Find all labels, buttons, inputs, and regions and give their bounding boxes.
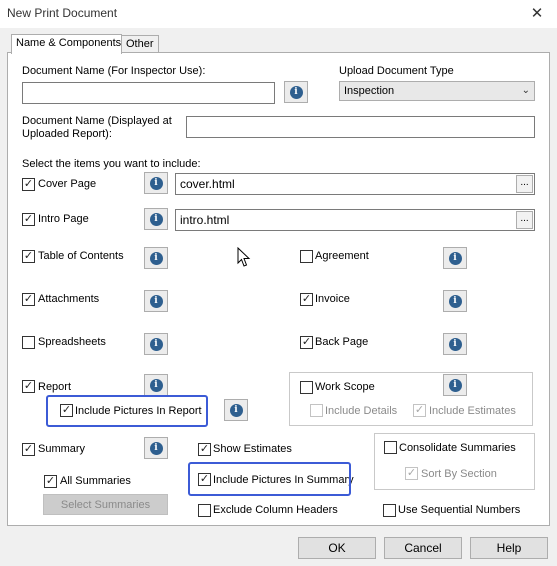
info-icon: i (149, 212, 163, 226)
back-page-info-button[interactable]: i (443, 333, 467, 355)
back-page-checkbox[interactable]: ✓ (300, 336, 313, 349)
close-icon[interactable]: ✕ (524, 4, 550, 24)
work-scope-info-button[interactable]: i (443, 374, 467, 396)
work-scope-label: Work Scope (315, 381, 375, 393)
report-label: Report (38, 381, 72, 393)
agreement-checkbox[interactable] (300, 250, 313, 263)
pictures-report-info-button[interactable]: i (224, 399, 248, 421)
sort-by-section-checkbox[interactable]: ✓ (405, 467, 418, 480)
include-estimates-label: Include Estimates (429, 405, 516, 417)
use-sequential-numbers-checkbox[interactable] (383, 504, 396, 517)
info-icon: i (149, 441, 163, 455)
info-icon: i (448, 378, 462, 392)
info-icon: i (448, 251, 462, 265)
agreement-info-button[interactable]: i (443, 247, 467, 269)
show-estimates-label: Show Estimates (213, 443, 292, 455)
summary-label: Summary (38, 443, 86, 455)
upload-type-label: Upload Document Type (339, 65, 454, 77)
consolidate-summaries-label: Consolidate Summaries (399, 442, 516, 454)
use-sequential-numbers-label: Use Sequential Numbers (398, 504, 521, 516)
info-icon: i (149, 251, 163, 265)
help-button[interactable]: Help (470, 537, 548, 559)
include-details-checkbox[interactable] (310, 404, 323, 417)
doc-name-info-button[interactable]: i (284, 81, 308, 103)
doc-name-report-label: Document Name (Displayed at (22, 115, 172, 127)
info-icon: i (149, 176, 163, 190)
spreadsheets-checkbox[interactable] (22, 336, 35, 349)
cover-page-file-input[interactable]: cover.html (175, 173, 535, 195)
info-icon: i (448, 294, 462, 308)
cover-page-browse-button[interactable]: ... (516, 175, 533, 193)
sort-by-section-label: Sort By Section (421, 468, 497, 480)
chevron-down-icon: ⌄ (521, 85, 530, 96)
intro-page-info-button[interactable]: i (144, 208, 168, 230)
cover-page-label: Cover Page (38, 178, 97, 190)
mouse-cursor-icon (237, 247, 251, 267)
doc-name-inspector-input[interactable] (22, 82, 275, 104)
upload-type-select[interactable]: Inspection ⌄ (339, 81, 535, 101)
invoice-info-button[interactable]: i (443, 290, 467, 312)
info-icon: i (149, 337, 163, 351)
table-of-contents-info-button[interactable]: i (144, 247, 168, 269)
doc-name-report-input[interactable] (186, 116, 535, 138)
highlight-pictures-in-report (46, 395, 208, 427)
report-info-button[interactable]: i (144, 374, 168, 396)
table-of-contents-checkbox[interactable]: ✓ (22, 250, 35, 263)
agreement-label: Agreement (315, 250, 369, 262)
info-icon: i (149, 294, 163, 308)
show-estimates-checkbox[interactable]: ✓ (198, 443, 211, 456)
intro-page-checkbox[interactable]: ✓ (22, 213, 35, 226)
info-icon: i (229, 403, 243, 417)
ok-button[interactable]: OK (298, 537, 376, 559)
consolidate-summaries-checkbox[interactable] (384, 441, 397, 454)
spreadsheets-label: Spreadsheets (38, 336, 106, 348)
info-icon: i (448, 337, 462, 351)
include-details-label: Include Details (325, 405, 398, 417)
select-summaries-button[interactable]: Select Summaries (43, 494, 168, 515)
window-title: New Print Document (7, 6, 118, 20)
invoice-label: Invoice (315, 293, 350, 305)
attachments-info-button[interactable]: i (144, 290, 168, 312)
summary-info-button[interactable]: i (144, 437, 168, 459)
back-page-label: Back Page (315, 336, 369, 348)
include-estimates-checkbox[interactable]: ✓ (413, 404, 426, 417)
exclude-column-headers-checkbox[interactable] (198, 504, 211, 517)
info-icon: i (289, 85, 303, 99)
intro-page-file-input[interactable]: intro.html (175, 209, 535, 231)
exclude-column-headers-label: Exclude Column Headers (213, 504, 338, 516)
table-of-contents-label: Table of Contents (38, 250, 124, 262)
upload-type-value: Inspection (344, 85, 395, 97)
cancel-button[interactable]: Cancel (384, 537, 462, 559)
doc-name-report-label-2: Uploaded Report): (22, 128, 112, 140)
spreadsheets-info-button[interactable]: i (144, 333, 168, 355)
attachments-label: Attachments (38, 293, 100, 305)
invoice-checkbox[interactable]: ✓ (300, 293, 313, 306)
doc-name-inspector-label: Document Name (For Inspector Use): (22, 65, 206, 77)
cover-page-info-button[interactable]: i (144, 172, 168, 194)
all-summaries-label: All Summaries (60, 475, 131, 487)
work-scope-checkbox[interactable] (300, 381, 313, 394)
summary-checkbox[interactable]: ✓ (22, 443, 35, 456)
select-items-label: Select the items you want to include: (22, 158, 201, 170)
tab-name-components[interactable]: Name & Components (11, 34, 122, 54)
highlight-pictures-in-summary (188, 462, 351, 496)
intro-page-label: Intro Page (38, 213, 89, 225)
report-checkbox[interactable]: ✓ (22, 380, 35, 393)
info-icon: i (149, 378, 163, 392)
attachments-checkbox[interactable]: ✓ (22, 293, 35, 306)
intro-page-browse-button[interactable]: ... (516, 211, 533, 229)
cover-page-checkbox[interactable]: ✓ (22, 178, 35, 191)
all-summaries-checkbox[interactable]: ✓ (44, 475, 57, 488)
